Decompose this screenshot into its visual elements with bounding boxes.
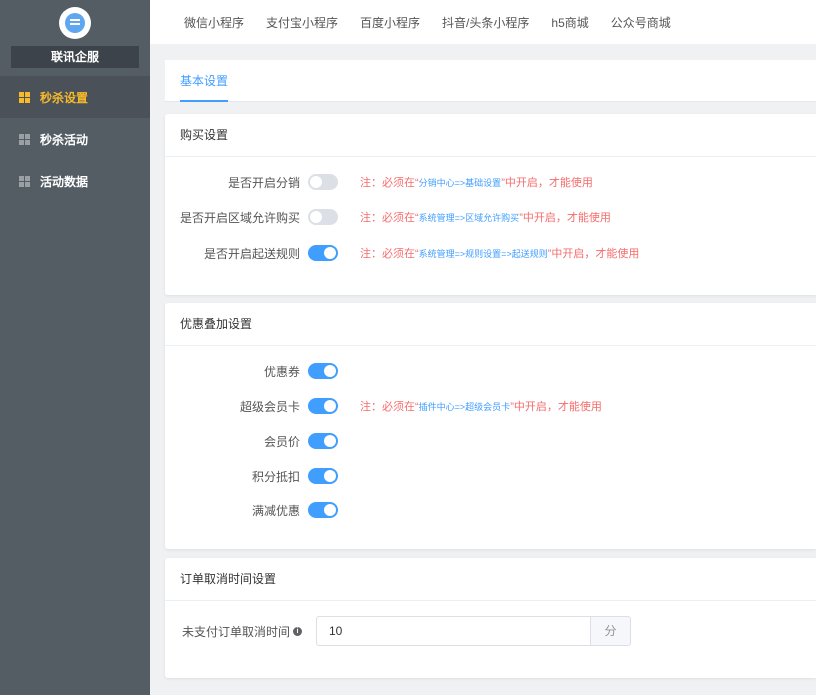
card-title: 购买设置 bbox=[165, 114, 816, 157]
nav-baidu[interactable]: 百度小程序 bbox=[360, 14, 420, 31]
super-member-card-switch[interactable] bbox=[308, 398, 338, 414]
setting-row: 会员价 bbox=[165, 431, 338, 451]
grid-icon bbox=[19, 175, 30, 187]
nav-douyin[interactable]: 抖音/头条小程序 bbox=[442, 14, 529, 31]
coupon-switch[interactable] bbox=[308, 363, 338, 379]
setting-label: 是否开启分销 bbox=[227, 175, 300, 190]
setting-note: 注：必须在“插件中心=>超级会员卡”中开启，才能使用 bbox=[360, 401, 602, 413]
grid-icon bbox=[19, 91, 30, 103]
full-reduction-switch[interactable] bbox=[308, 502, 338, 518]
region-purchase-switch[interactable] bbox=[308, 209, 338, 225]
setting-row: 优惠券 bbox=[165, 361, 338, 381]
sidebar-item-seckill-settings[interactable]: 秒杀设置 bbox=[0, 76, 150, 118]
setting-label: 会员价 bbox=[263, 434, 300, 449]
sidebar: 联讯企服 秒杀设置 秒杀活动 活动数据 bbox=[0, 0, 150, 695]
setting-row: 是否开启起送规则 注：必须在“系统管理=>规则设置=>起送规则”中开启，才能使用 bbox=[165, 243, 639, 263]
cancel-time-label: 未支付订单取消时间 i bbox=[165, 623, 308, 640]
nav-h5[interactable]: h5商城 bbox=[551, 14, 588, 31]
purchase-settings-card: 购买设置 是否开启分销 注：必须在“分销中心=>基础设置”中开启，才能使用 是否… bbox=[165, 114, 816, 295]
order-cancel-card: 订单取消时间设置 未支付订单取消时间 i 分 bbox=[165, 558, 816, 678]
distribution-switch[interactable] bbox=[308, 174, 338, 190]
logo bbox=[59, 7, 91, 39]
setting-row: 超级会员卡 注：必须在“插件中心=>超级会员卡”中开启，才能使用 bbox=[165, 396, 602, 416]
setting-label: 是否开启区域允许购买 bbox=[179, 210, 300, 225]
nav-official-account[interactable]: 公众号商城 bbox=[611, 14, 671, 31]
setting-row: 满减优惠 bbox=[165, 500, 338, 520]
setting-label: 超级会员卡 bbox=[239, 399, 300, 414]
logo-area: 联讯企服 bbox=[0, 0, 150, 76]
delivery-rule-switch[interactable] bbox=[308, 245, 338, 261]
cancel-time-input[interactable] bbox=[316, 616, 590, 646]
setting-row: 是否开启分销 注：必须在“分销中心=>基础设置”中开启，才能使用 bbox=[165, 172, 593, 192]
card-title: 优惠叠加设置 bbox=[165, 303, 816, 346]
nav-alipay[interactable]: 支付宝小程序 bbox=[266, 14, 338, 31]
logo-icon bbox=[65, 13, 85, 33]
member-price-switch[interactable] bbox=[308, 433, 338, 449]
discount-settings-card: 优惠叠加设置 优惠券 超级会员卡 注：必须在“插件中心=>超级会员卡”中开启，才… bbox=[165, 303, 816, 549]
sidebar-item-seckill-activity[interactable]: 秒杀活动 bbox=[0, 118, 150, 160]
setting-label: 满减优惠 bbox=[251, 503, 300, 518]
sidebar-item-activity-data[interactable]: 活动数据 bbox=[0, 160, 150, 202]
sidebar-item-label: 活动数据 bbox=[40, 174, 89, 189]
brand-name: 联讯企服 bbox=[11, 46, 139, 68]
tabs-bar: 基本设置 bbox=[165, 60, 816, 102]
card-title: 订单取消时间设置 bbox=[165, 558, 816, 601]
top-nav: 微信小程序 支付宝小程序 百度小程序 抖音/头条小程序 h5商城 公众号商城 bbox=[150, 0, 816, 44]
setting-label: 积分抵扣 bbox=[251, 469, 300, 484]
setting-note: 注：必须在“系统管理=>规则设置=>起送规则”中开启，才能使用 bbox=[360, 248, 640, 260]
points-deduction-switch[interactable] bbox=[308, 468, 338, 484]
grid-icon bbox=[19, 133, 30, 145]
info-icon[interactable]: i bbox=[293, 627, 302, 636]
nav-wechat[interactable]: 微信小程序 bbox=[184, 14, 244, 31]
setting-note: 注：必须在“分销中心=>基础设置”中开启，才能使用 bbox=[360, 177, 593, 189]
sidebar-item-label: 秒杀活动 bbox=[40, 132, 89, 147]
sidebar-item-label: 秒杀设置 bbox=[40, 90, 89, 105]
setting-note: 注：必须在“系统管理=>区域允许购买”中开启，才能使用 bbox=[360, 212, 611, 224]
tab-basic-settings[interactable]: 基本设置 bbox=[180, 60, 229, 102]
setting-label: 是否开启起送规则 bbox=[203, 246, 300, 261]
setting-label: 优惠券 bbox=[263, 364, 300, 379]
setting-row: 是否开启区域允许购买 注：必须在“系统管理=>区域允许购买”中开启，才能使用 bbox=[165, 207, 611, 227]
setting-row: 积分抵扣 bbox=[165, 466, 338, 486]
cancel-time-input-group: 分 bbox=[316, 616, 631, 646]
unit-addon: 分 bbox=[590, 616, 631, 646]
